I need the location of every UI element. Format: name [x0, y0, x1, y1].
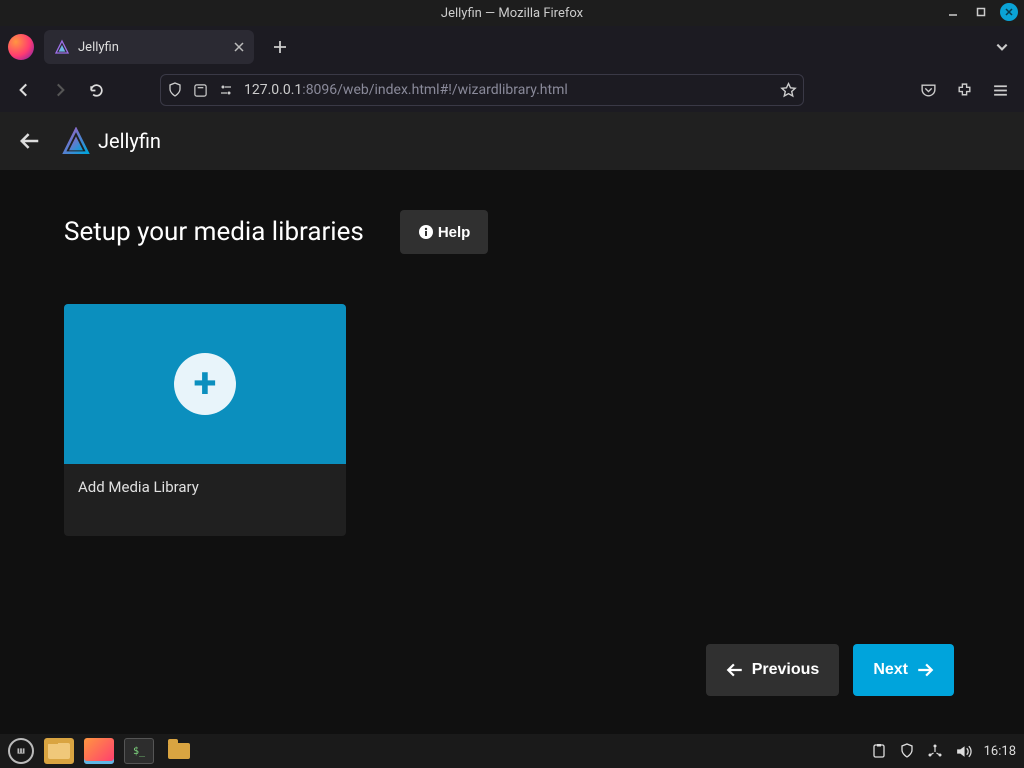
taskbar-terminal-app[interactable]: $_ — [124, 738, 154, 764]
os-titlebar: Jellyfin — Mozilla Firefox — [0, 0, 1024, 26]
tabs-dropdown-button[interactable] — [988, 33, 1016, 61]
permissions-icon[interactable] — [218, 82, 234, 98]
shield-icon[interactable] — [167, 82, 183, 98]
firefox-logo-icon — [8, 34, 34, 60]
app-back-button[interactable] — [16, 127, 44, 155]
taskbar-firefox-app[interactable] — [84, 738, 114, 764]
window-close-button[interactable] — [1000, 3, 1018, 21]
app-brand-name: Jellyfin — [98, 129, 161, 153]
wizard-nav: Previous Next — [706, 644, 954, 696]
app-menu-button[interactable] — [984, 74, 1016, 106]
page-title: Setup your media libraries — [64, 217, 364, 247]
window-maximize-button[interactable] — [972, 3, 990, 21]
card-thumbnail: + — [64, 304, 346, 464]
tab-close-button[interactable] — [234, 42, 244, 52]
system-tray: 16:18 — [871, 743, 1016, 760]
tray-volume-icon[interactable] — [955, 743, 972, 760]
next-label: Next — [873, 661, 908, 679]
pocket-icon[interactable] — [912, 74, 944, 106]
tray-shield-icon[interactable] — [899, 743, 915, 759]
bookmark-star-icon[interactable] — [780, 82, 797, 99]
plus-circle-icon: + — [174, 353, 236, 415]
tray-network-icon[interactable] — [927, 743, 943, 759]
next-button[interactable]: Next — [853, 644, 954, 696]
browser-toolbar: 127.0.0.1:8096/web/index.html#!/wizardli… — [0, 68, 1024, 112]
arrow-left-icon — [726, 661, 744, 679]
nav-back-button[interactable] — [8, 74, 40, 106]
info-icon — [418, 224, 434, 240]
jellyfin-logo-icon — [62, 127, 90, 155]
card-label: Add Media Library — [64, 464, 346, 536]
page-info-icon[interactable] — [193, 83, 208, 98]
url-text: 127.0.0.1:8096/web/index.html#!/wizardli… — [244, 82, 770, 98]
tray-clipboard-icon[interactable] — [871, 743, 887, 759]
app-content: Setup your media libraries Help + Add Me… — [0, 170, 1024, 734]
app-brand: Jellyfin — [62, 127, 161, 155]
taskbar-files-app[interactable] — [44, 738, 74, 764]
url-bar[interactable]: 127.0.0.1:8096/web/index.html#!/wizardli… — [160, 74, 804, 106]
jellyfin-favicon-icon — [54, 39, 70, 55]
nav-forward-button[interactable] — [44, 74, 76, 106]
taskbar-folder-app[interactable] — [164, 738, 194, 764]
tray-clock[interactable]: 16:18 — [984, 744, 1016, 759]
tab-label: Jellyfin — [78, 40, 119, 55]
start-menu-button[interactable] — [8, 738, 34, 764]
window-minimize-button[interactable] — [944, 3, 962, 21]
previous-button[interactable]: Previous — [706, 644, 840, 696]
arrow-right-icon — [916, 661, 934, 679]
help-button-label: Help — [438, 224, 471, 241]
browser-tabstrip: Jellyfin — [0, 26, 1024, 68]
extensions-icon[interactable] — [948, 74, 980, 106]
os-taskbar: $_ 16:18 — [0, 734, 1024, 768]
nav-reload-button[interactable] — [80, 74, 112, 106]
browser-tab-active[interactable]: Jellyfin — [44, 30, 254, 64]
app-header: Jellyfin — [0, 112, 1024, 170]
help-button[interactable]: Help — [400, 210, 489, 254]
add-media-library-card[interactable]: + Add Media Library — [64, 304, 346, 536]
previous-label: Previous — [752, 661, 820, 679]
new-tab-button[interactable] — [266, 33, 294, 61]
window-title: Jellyfin — Mozilla Firefox — [441, 6, 583, 21]
